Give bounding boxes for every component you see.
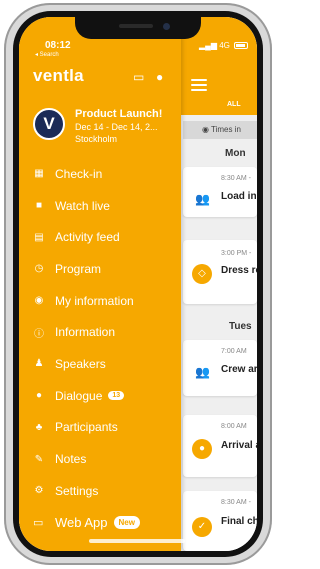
status-right: ▂▄▆ 4G (199, 41, 249, 50)
menu-item-web-app[interactable]: ▭ Web App New (33, 515, 140, 530)
status-time: 08:12 (45, 40, 71, 51)
battery-icon (234, 42, 249, 50)
card-time: 8:30 AM - (221, 499, 251, 506)
menu-item-dialogue[interactable]: ● Dialogue 13 (19, 380, 181, 412)
menu-item-label: Dialogue (55, 388, 103, 403)
menu-item-label: Program (55, 261, 102, 276)
hamburger-menu-icon[interactable] (191, 79, 207, 91)
menu-item-information[interactable]: ⓘ Information (19, 316, 181, 348)
menu-item-label: Notes (55, 452, 87, 467)
users-icon: 👥 (195, 365, 210, 379)
speaker-grille (119, 24, 153, 28)
phone-bezel: ALL ◉ Times in Mon 👥 8:30 AM - Load in ◇… (13, 11, 263, 557)
user-circle-icon: ◉ (34, 295, 44, 307)
event-location: Stockholm (75, 134, 118, 144)
day-header: Tues (229, 321, 252, 332)
menu-item-check-in[interactable]: ▦ Check-in (19, 158, 181, 190)
speaker-person-icon: ♟ (34, 358, 44, 370)
menu-item-settings[interactable]: ⚙ Settings (19, 475, 181, 507)
menu-item-activity-feed[interactable]: ▤ Activity feed (19, 221, 181, 253)
monitor-icon: ▭ (33, 517, 44, 529)
timezone-bar: ◉ Times in (183, 121, 257, 139)
web-app-label: Web App (55, 515, 108, 530)
schedule-card[interactable]: ✓ 8:30 AM - Final ch (183, 491, 257, 551)
screen: ALL ◉ Times in Mon 👥 8:30 AM - Load in ◇… (19, 17, 257, 551)
menu-item-label: Activity feed (55, 230, 120, 245)
back-to-search[interactable]: ◂ Search (35, 51, 59, 58)
menu-item-label: Check-in (55, 166, 103, 181)
menu-item-label: Settings (55, 483, 99, 498)
card-time: 3:00 PM - (221, 250, 252, 257)
phone-frame: ALL ◉ Times in Mon 👥 8:30 AM - Load in ◇… (4, 3, 272, 565)
new-badge: New (113, 516, 140, 529)
edit-note-icon: ✎ (34, 453, 44, 465)
video-camera-icon: ■ (35, 200, 43, 212)
diamond-icon: ◇ (192, 264, 212, 284)
card-title: Dress re (221, 265, 257, 276)
day-header: Mon (225, 148, 246, 159)
checklist-icon: ✓ (192, 517, 212, 537)
card-title: Crew ar (221, 364, 257, 375)
globe-icon: ◉ (202, 125, 209, 134)
network-label: 4G (219, 41, 230, 50)
inbox-icon[interactable]: ▭ (133, 70, 144, 84)
timezone-label: Times in (211, 125, 241, 134)
app-logo: ventla (33, 66, 84, 85)
menu-item-label: Speakers (55, 356, 106, 371)
front-camera (163, 23, 170, 30)
schedule-card[interactable]: ◇ 3:00 PM - Dress re (183, 240, 257, 304)
users-icon: ♣ (35, 421, 43, 433)
card-title: Arrival a (221, 440, 257, 451)
feed-icon: ▤ (34, 231, 44, 243)
menu-item-notes[interactable]: ✎ Notes (19, 443, 181, 475)
signal-icon: ▂▄▆ (199, 41, 217, 50)
card-time: 8:30 AM - (221, 175, 251, 182)
event-avatar[interactable]: V (33, 108, 65, 140)
chat-bubbles-icon: ● (35, 390, 43, 402)
navigation-drawer: 08:12 ◂ Search ventla ▭ ● V Product Laun… (19, 17, 181, 551)
menu-item-label: Participants (55, 420, 118, 435)
schedule-card[interactable]: 👥 7:00 AM Crew ar (183, 340, 257, 396)
event-name[interactable]: Product Launch! (75, 108, 162, 120)
tab-all[interactable]: ALL (227, 101, 241, 108)
menu-item-participants[interactable]: ♣ Participants (19, 412, 181, 444)
chat-icon: ● (192, 439, 212, 459)
notch (75, 17, 201, 39)
schedule-card[interactable]: ● 8:00 AM Arrival a (183, 415, 257, 477)
users-icon: 👥 (195, 192, 210, 206)
gear-icon: ⚙ (34, 485, 44, 497)
home-indicator[interactable] (89, 539, 185, 543)
menu-item-watch-live[interactable]: ■ Watch live (19, 190, 181, 222)
event-dates: Dec 14 - Dec 14, 2... (75, 122, 158, 132)
card-time: 8:00 AM (221, 423, 247, 430)
card-title: Final ch (221, 516, 257, 527)
menu-item-program[interactable]: ◷ Program (19, 253, 181, 285)
drawer-menu: ▦ Check-in ■ Watch live ▤ Activity feed … (19, 158, 181, 507)
qr-code-icon: ▦ (34, 168, 44, 180)
dialogue-count-badge: 13 (108, 391, 125, 401)
menu-item-label: Watch live (55, 198, 110, 213)
menu-item-label: Information (55, 325, 116, 340)
info-icon: ⓘ (34, 328, 44, 340)
menu-item-my-information[interactable]: ◉ My information (19, 285, 181, 317)
menu-item-speakers[interactable]: ♟ Speakers (19, 348, 181, 380)
schedule-card[interactable]: 👥 8:30 AM - Load in (183, 167, 257, 217)
card-title: Load in (221, 191, 257, 202)
card-time: 7:00 AM (221, 348, 247, 355)
menu-item-label: My information (55, 293, 134, 308)
profile-icon[interactable]: ● (156, 70, 163, 84)
clock-icon: ◷ (34, 263, 44, 275)
